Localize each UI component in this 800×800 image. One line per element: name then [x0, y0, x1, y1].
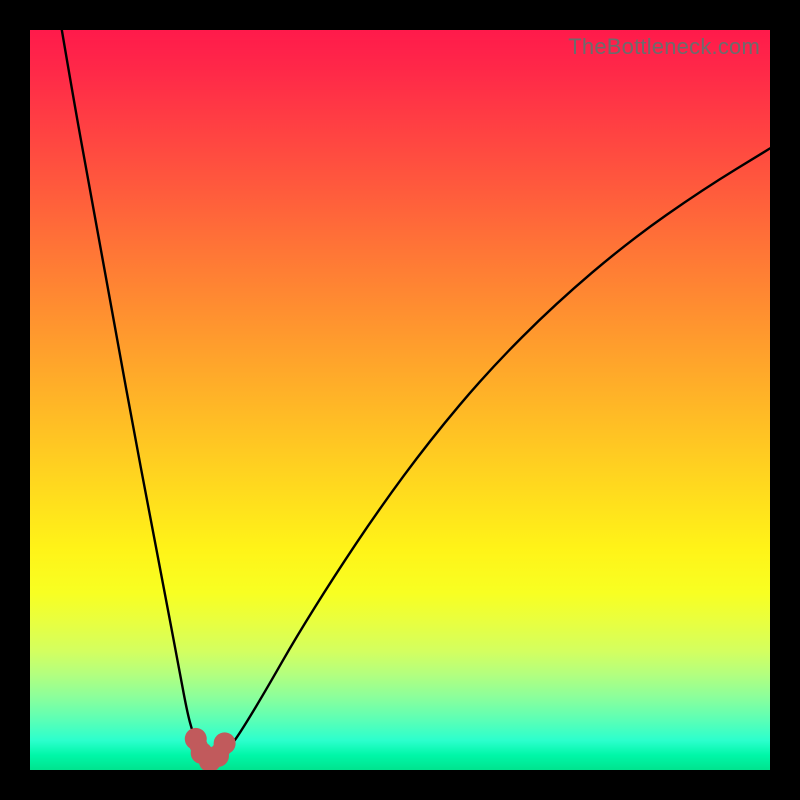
chart-frame: TheBottleneck.com: [0, 0, 800, 800]
sweet-spot-dot: [214, 732, 236, 754]
curve-left-branch: [62, 30, 211, 761]
sweet-spot-dots: [185, 728, 236, 770]
curve-right-branch: [211, 148, 770, 761]
chart-plot-area: TheBottleneck.com: [30, 30, 770, 770]
bottleneck-curve: [30, 30, 770, 770]
